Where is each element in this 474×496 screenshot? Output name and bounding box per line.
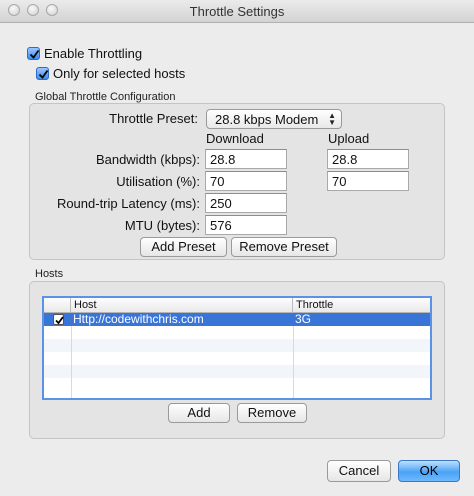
host-cell[interactable]: Http://codewithchris.com: [71, 313, 293, 326]
checkmark-icon: [38, 69, 49, 79]
bandwidth-label: Bandwidth (kbps):: [95, 152, 200, 167]
throttle-preset-value: 28.8 kbps Modem: [215, 112, 319, 127]
throttle-preset-label: Throttle Preset:: [109, 111, 198, 126]
table-row-empty: [44, 365, 430, 378]
hosts-group-label: Hosts: [35, 268, 64, 280]
latency-field[interactable]: 250: [205, 193, 287, 213]
remove-preset-button[interactable]: Remove Preset: [231, 237, 337, 257]
window-title: Throttle Settings: [189, 4, 285, 19]
column-divider: [71, 326, 72, 398]
download-column-header: Download: [206, 131, 264, 146]
remove-host-button[interactable]: Remove: [237, 403, 307, 423]
table-row[interactable]: Http://codewithchris.com 3G: [44, 313, 430, 326]
cancel-button[interactable]: Cancel: [327, 460, 391, 482]
mtu-field[interactable]: 576: [205, 215, 287, 235]
host-column-header[interactable]: Host: [71, 298, 293, 312]
updown-arrows-icon: ▲ ▼: [328, 111, 336, 127]
mtu-label: MTU (bytes):: [124, 218, 200, 233]
checkbox-column-header[interactable]: [44, 298, 71, 312]
title-bar: Throttle Settings: [0, 0, 474, 23]
global-config-group-label: Global Throttle Configuration: [35, 91, 176, 103]
table-row-empty: [44, 378, 430, 391]
enable-throttling-checkbox[interactable]: [27, 47, 40, 60]
table-row-empty: [44, 339, 430, 352]
column-divider: [293, 326, 294, 398]
add-preset-button[interactable]: Add Preset: [140, 237, 227, 257]
table-row-empty: [44, 326, 430, 339]
bandwidth-upload-field[interactable]: 28.8: [327, 149, 409, 169]
utilisation-download-field[interactable]: 70: [205, 171, 287, 191]
bandwidth-download-field[interactable]: 28.8: [205, 149, 287, 169]
ok-button[interactable]: OK: [398, 460, 460, 482]
throttle-column-header[interactable]: Throttle: [293, 298, 430, 312]
add-host-button[interactable]: Add: [168, 403, 230, 423]
utilisation-label: Utilisation (%):: [116, 174, 200, 189]
utilisation-upload-field[interactable]: 70: [327, 171, 409, 191]
latency-label: Round-trip Latency (ms):: [56, 196, 200, 211]
hosts-table[interactable]: Host Throttle Http://codewithchris.com 3…: [42, 296, 432, 400]
table-row-empty: [44, 352, 430, 365]
throttle-preset-select[interactable]: 28.8 kbps Modem ▲ ▼: [206, 109, 342, 129]
only-selected-hosts-label[interactable]: Only for selected hosts: [53, 66, 185, 81]
hosts-table-header: Host Throttle: [44, 298, 430, 313]
enable-throttling-label[interactable]: Enable Throttling: [44, 46, 142, 61]
throttle-cell[interactable]: 3G: [293, 313, 430, 326]
row-checkbox-cell[interactable]: [44, 313, 71, 326]
upload-column-header: Upload: [328, 131, 370, 146]
checkmark-icon: [55, 316, 64, 325]
only-selected-hosts-checkbox[interactable]: [36, 67, 49, 80]
row-checkbox[interactable]: [53, 314, 64, 325]
checkmark-icon: [29, 49, 40, 59]
